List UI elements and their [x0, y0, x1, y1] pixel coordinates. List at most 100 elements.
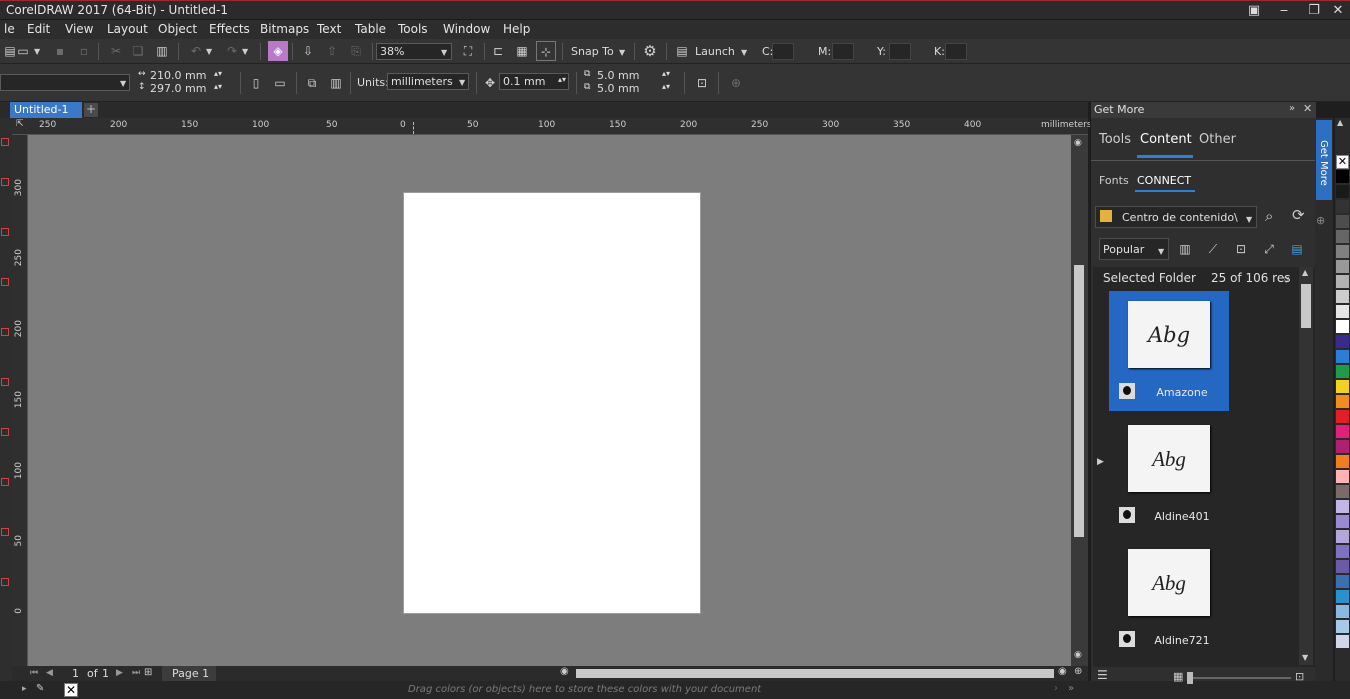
tab-other[interactable]: Other — [1199, 132, 1236, 147]
scroll-up-icon[interactable]: ◉ — [1074, 138, 1082, 148]
scroll-up-icon[interactable]: ▲ — [1302, 268, 1308, 277]
palette-swatch[interactable] — [1336, 350, 1349, 364]
palette-swatch[interactable] — [1336, 590, 1349, 604]
page-width-value[interactable]: 210.0 mm — [150, 69, 206, 82]
page-size-dropdown-icon[interactable]: ▼ — [120, 79, 126, 88]
palette-swatch[interactable] — [1336, 410, 1349, 424]
magenta-input[interactable] — [832, 43, 854, 60]
palette-swatch[interactable] — [1336, 620, 1349, 634]
palette-swatch[interactable] — [1336, 260, 1349, 274]
rectangle-tool-icon[interactable] — [1, 378, 9, 386]
palette-swatch[interactable] — [1336, 245, 1349, 259]
show-grid-icon[interactable]: ▦ — [512, 41, 532, 61]
eyedropper-tool-icon[interactable] — [1, 578, 9, 586]
paste-icon[interactable]: ▥ — [152, 41, 172, 61]
menu-view[interactable]: View — [65, 22, 93, 36]
palette-swatch[interactable] — [1336, 230, 1349, 244]
palette-swatch[interactable] — [1336, 335, 1349, 349]
publish-pdf-icon[interactable]: ⎘ — [346, 41, 366, 61]
palette-swatch[interactable] — [1336, 635, 1349, 649]
duplicate-x-value[interactable]: 5.0 mm — [597, 69, 639, 82]
vertical-scroll-thumb[interactable] — [1074, 265, 1084, 537]
docker-close-icon[interactable]: ✕ — [1303, 102, 1312, 115]
palette-swatch[interactable] — [1336, 530, 1349, 544]
font-item-amazone[interactable]: Abg Amazone — [1109, 291, 1229, 411]
save-icon[interactable]: ▪ — [50, 41, 70, 61]
list-view-icon[interactable]: ☰ — [1097, 668, 1108, 682]
duplicate-x-spinner[interactable]: ▴▾ — [662, 69, 670, 78]
portrait-icon[interactable]: ▯ — [246, 73, 266, 93]
treat-as-filled-icon[interactable]: ⊡ — [692, 73, 712, 93]
palette-swatch[interactable] — [1336, 275, 1349, 289]
palette-swatch[interactable] — [1336, 455, 1349, 469]
undo-dropdown-icon[interactable]: ▼ — [206, 47, 212, 56]
text-tool-icon[interactable] — [1, 478, 9, 486]
vertical-ruler[interactable]: 300 250 200 150 100 50 0 — [12, 135, 28, 666]
page-1-tab[interactable]: Page 1 — [162, 666, 216, 681]
open-folder-icon[interactable]: ▭ — [13, 41, 33, 61]
palette-swatch[interactable] — [1336, 575, 1349, 589]
pick-tool-icon[interactable] — [1, 138, 9, 146]
page-height-value[interactable]: 297.0 mm — [150, 82, 206, 95]
menu-layout[interactable]: Layout — [107, 22, 148, 36]
search-content-icon[interactable]: ◈ — [268, 41, 288, 61]
undo-icon[interactable]: ↶ — [186, 41, 206, 61]
font-item-aldine401[interactable]: Abg Aldine401 — [1109, 415, 1229, 535]
document-page[interactable] — [403, 192, 701, 614]
print-icon[interactable]: ▫ — [74, 41, 94, 61]
palette-expand-icon[interactable]: » — [1068, 683, 1074, 694]
scroll-left-icon[interactable]: ◉ — [560, 666, 569, 677]
scroll-down-icon[interactable]: ▼ — [1302, 653, 1308, 662]
menu-file[interactable]: le — [4, 22, 15, 36]
menu-bitmaps[interactable]: Bitmaps — [260, 22, 309, 36]
add-page-icon[interactable]: ⊞ — [144, 667, 152, 678]
palette-swatch[interactable] — [1336, 440, 1349, 454]
launch-button[interactable]: Launch — [695, 45, 735, 58]
expand-item-icon[interactable]: ▶ — [1097, 457, 1104, 467]
height-spinner[interactable]: ▴▾ — [214, 82, 222, 91]
subtab-fonts[interactable]: Fonts — [1099, 174, 1129, 187]
palette-swatch[interactable] — [1336, 395, 1349, 409]
next-page-icon[interactable]: ▶ — [116, 668, 123, 678]
refresh-icon[interactable]: ⟳ — [1292, 206, 1305, 224]
options-gear-icon[interactable]: ⚙ — [640, 41, 660, 61]
ellipse-tool-icon[interactable] — [1, 428, 9, 436]
launch-app-icon[interactable]: ▤ — [672, 41, 692, 61]
fill-tool-icon[interactable] — [1, 528, 9, 536]
export-icon[interactable]: ⇧ — [322, 41, 342, 61]
full-screen-icon[interactable]: ⛶ — [458, 41, 478, 61]
first-page-icon[interactable]: ⏮ — [30, 668, 38, 678]
open-dropdown-icon[interactable]: ▼ — [34, 47, 40, 56]
palette-swatch[interactable] — [1336, 320, 1349, 334]
freehand-tool-icon[interactable] — [1, 328, 9, 336]
minimize-button[interactable]: ‒ — [1272, 2, 1296, 19]
shape-tool-icon[interactable] — [1, 178, 9, 186]
content-folder-select[interactable]: Centro de contenido\ ▼ — [1095, 206, 1257, 228]
add-quick-customize-icon[interactable]: ⊕ — [726, 73, 746, 93]
palette-scroll-up-icon[interactable]: ▲ — [1337, 118, 1343, 127]
font-item-aldine721[interactable]: Abg Aldine721 — [1109, 539, 1229, 659]
snap-to-button[interactable]: Snap To — [571, 45, 614, 58]
duplicate-y-value[interactable]: 5.0 mm — [597, 82, 639, 95]
restore-button[interactable]: ❐ — [1302, 2, 1326, 19]
docker-collapse-icon[interactable]: » — [1289, 103, 1295, 114]
menu-help[interactable]: Help — [503, 22, 530, 36]
sort-select[interactable]: Popular ▼ — [1099, 238, 1169, 260]
sort-dropdown-icon[interactable]: ▼ — [1158, 247, 1164, 256]
palette-swatch[interactable] — [1336, 545, 1349, 559]
thumbnail-size-slider[interactable] — [1191, 677, 1291, 679]
show-guidelines-icon[interactable]: ⊹ — [536, 41, 556, 61]
menu-tools[interactable]: Tools — [398, 22, 428, 36]
palette-swatch[interactable] — [1336, 605, 1349, 619]
menu-text[interactable]: Text — [317, 22, 341, 36]
landscape-icon[interactable]: ▭ — [270, 73, 290, 93]
install-icon[interactable]: ▤ — [1287, 239, 1307, 259]
thumbnail-small-icon[interactable]: ▦ — [1173, 670, 1183, 683]
no-color-swatch-icon[interactable]: ✕ — [64, 683, 78, 697]
horizontal-scroll-thumb[interactable] — [576, 669, 1054, 678]
frame-icon[interactable]: ⊡ — [1231, 239, 1251, 259]
palette-swatch[interactable] — [1336, 215, 1349, 229]
ruler-origin-icon[interactable]: ⇱ — [16, 119, 24, 129]
menu-edit[interactable]: Edit — [27, 22, 50, 36]
palette-swatch[interactable] — [1336, 365, 1349, 379]
